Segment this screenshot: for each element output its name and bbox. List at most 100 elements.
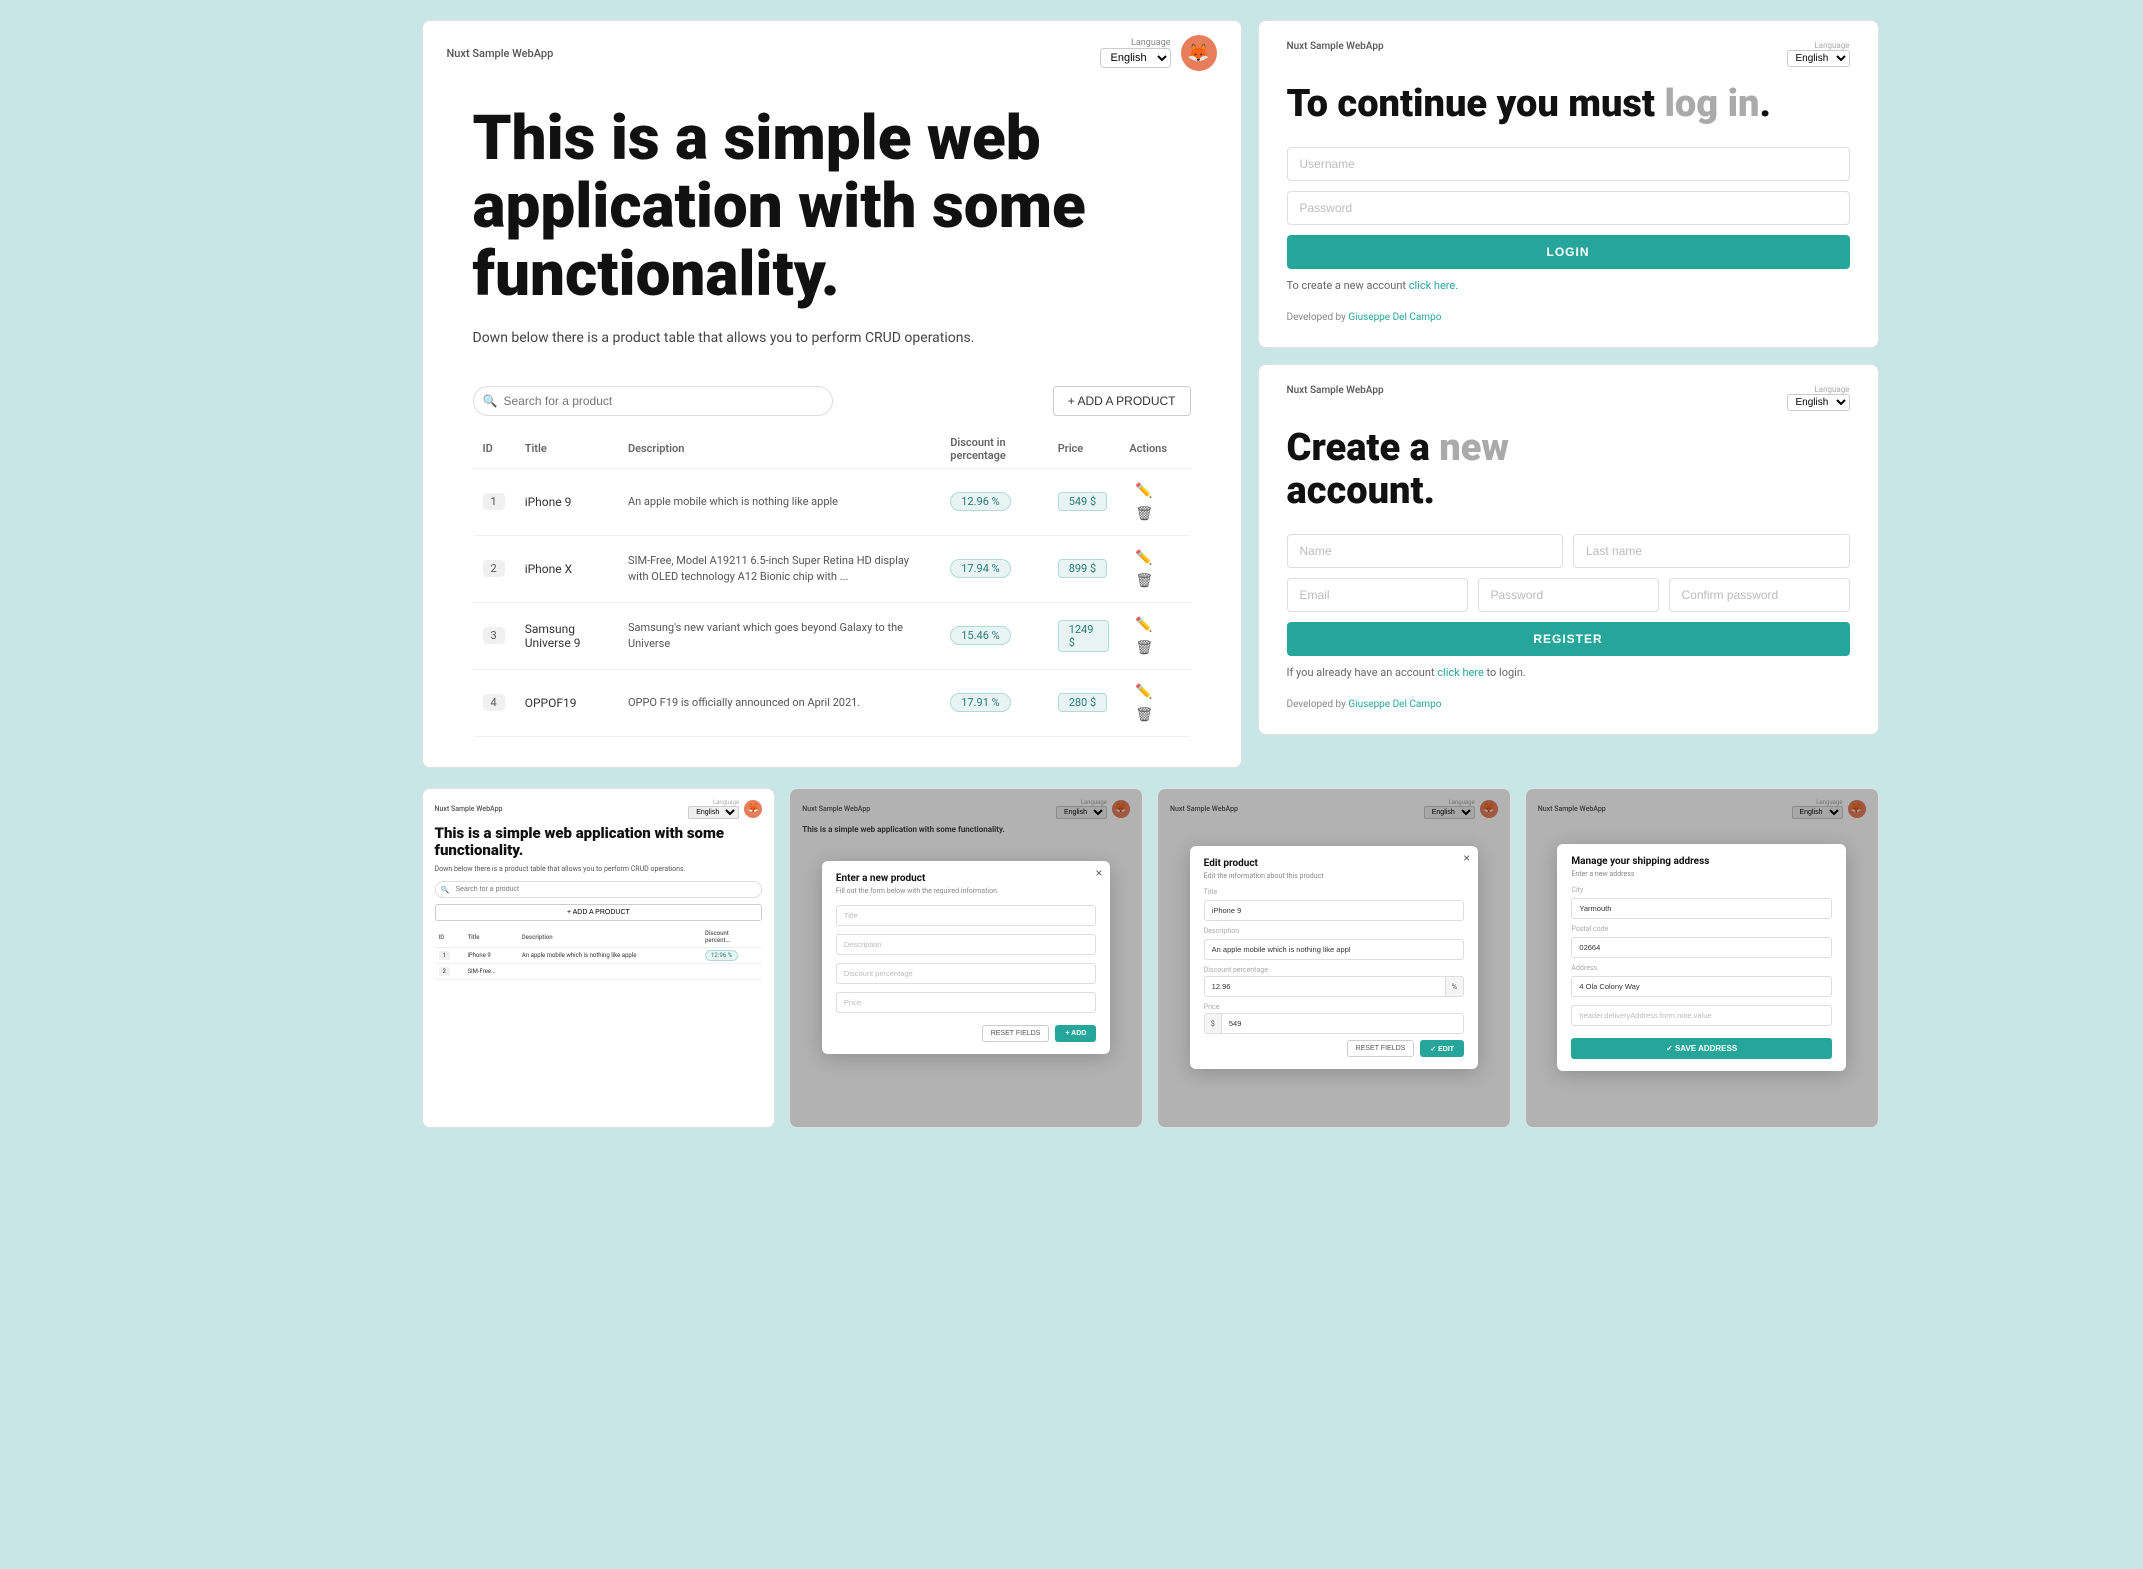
login-lang-select[interactable]: English xyxy=(1787,50,1850,67)
add-product-button[interactable]: + ADD A PRODUCT xyxy=(1053,386,1191,416)
row-discount: 15.46 % xyxy=(940,602,1047,669)
mini4-city-input[interactable] xyxy=(1571,898,1831,919)
row-actions: ✏️ 🗑 xyxy=(1119,602,1190,669)
register-title: Create a newaccount. xyxy=(1287,427,1850,514)
row-actions: ✏️ 🗑 xyxy=(1119,669,1190,736)
reg-password-input[interactable] xyxy=(1478,578,1659,612)
search-wrap: 🔍 xyxy=(473,386,833,416)
login-form: LOGIN To create a new account click here… xyxy=(1287,147,1850,292)
mini2-modal-title: Enter a new product xyxy=(836,873,1096,884)
mini2-price-input[interactable] xyxy=(836,992,1096,1013)
row-description: Samsung's new variant which goes beyond … xyxy=(618,602,940,669)
edit-row-button[interactable]: ✏️ xyxy=(1129,546,1158,569)
mini4-note-input[interactable] xyxy=(1571,1005,1831,1026)
mini3-discount-label: Discount percentage xyxy=(1204,966,1464,974)
mini4-save-btn[interactable]: ✓ SAVE ADDRESS xyxy=(1571,1038,1831,1059)
password-input[interactable] xyxy=(1287,191,1850,225)
mini1-col-discount: Discountpercent... xyxy=(701,927,762,948)
edit-row-button[interactable]: ✏️ xyxy=(1129,479,1158,502)
mini3-edit-btn[interactable]: ✓ EDIT xyxy=(1420,1040,1464,1057)
edit-row-button[interactable]: ✏️ xyxy=(1129,680,1158,703)
mini-panel-edit: Nuxt Sample WebApp Language English 🦊 xyxy=(1157,788,1511,1128)
mini1-search-input[interactable] xyxy=(435,881,763,898)
delete-row-button[interactable]: 🗑 xyxy=(1129,502,1159,525)
mini2-title-input[interactable] xyxy=(836,905,1096,926)
row-description: OPPO F19 is officially announced on Apri… xyxy=(618,669,940,736)
username-input[interactable] xyxy=(1287,147,1850,181)
register-lang-select[interactable]: English xyxy=(1787,394,1850,411)
mini3-title-input[interactable] xyxy=(1204,900,1464,921)
mini3-reset-btn[interactable]: RESET FIELDS xyxy=(1347,1040,1415,1057)
col-title: Title xyxy=(515,430,618,469)
row-discount: 17.94 % xyxy=(940,535,1047,602)
mini4-address-input[interactable] xyxy=(1571,976,1831,997)
register-panel: Nuxt Sample WebApp Language English Crea… xyxy=(1258,364,1879,735)
register-hint: If you already have an account click her… xyxy=(1287,666,1850,679)
login-button[interactable]: LOGIN xyxy=(1287,235,1850,269)
row-price: 899 $ xyxy=(1048,535,1120,602)
row-discount: 17.91 % xyxy=(940,669,1047,736)
name-input[interactable] xyxy=(1287,534,1564,568)
mini3-price-label: Price xyxy=(1204,1003,1464,1011)
mini2-add-btn[interactable]: + ADD xyxy=(1055,1025,1096,1042)
row-price: 1249 $ xyxy=(1048,602,1120,669)
row-title: Samsung Universe 9 xyxy=(515,602,618,669)
register-button[interactable]: REGISTER xyxy=(1287,622,1850,656)
mini4-postal-input[interactable] xyxy=(1571,937,1831,958)
mini1-avatar: 🦊 xyxy=(744,800,762,818)
mini1-lang-select[interactable]: English xyxy=(688,806,739,819)
table-row: 1 iPhone 9 An apple mobile which is noth… xyxy=(473,468,1191,535)
dev-link[interactable]: Giuseppe Del Campo xyxy=(1348,312,1441,323)
register-title-part1: Create a xyxy=(1287,426,1440,470)
register-dev-link[interactable]: Giuseppe Del Campo xyxy=(1348,699,1441,710)
product-section: 🔍 + ADD A PRODUCT ID Title Description D… xyxy=(423,386,1241,767)
mini1-add-btn[interactable]: + ADD A PRODUCT xyxy=(435,904,763,921)
register-title-part2: account xyxy=(1287,469,1424,513)
mini3-price-input[interactable] xyxy=(1222,1014,1463,1033)
search-input[interactable] xyxy=(473,386,833,416)
login-lang-selector: Language English xyxy=(1787,41,1850,67)
mini-panel-add: Nuxt Sample WebApp Language English 🦊 Th… xyxy=(789,788,1143,1128)
language-label: Language xyxy=(1131,38,1170,48)
row-description: SIM-Free, Model A19211 6.5-inch Super Re… xyxy=(618,535,940,602)
mini3-desc-input[interactable] xyxy=(1204,939,1464,960)
confirm-password-input[interactable] xyxy=(1669,578,1850,612)
create-account-link[interactable]: click here. xyxy=(1409,279,1458,292)
register-dev-credit: Developed by Giuseppe Del Campo xyxy=(1287,699,1850,710)
login-title: To continue you must log in. xyxy=(1287,83,1850,127)
table-controls: 🔍 + ADD A PRODUCT xyxy=(473,386,1191,416)
email-input[interactable] xyxy=(1287,578,1468,612)
mini3-price-prefix: $ xyxy=(1205,1014,1222,1033)
mini2-modal-overlay: × Enter a new product Fill out the form … xyxy=(790,789,1142,1127)
mini2-close-btn[interactable]: × xyxy=(1095,867,1102,879)
mini2-discount-input[interactable] xyxy=(836,963,1096,984)
row-price: 549 $ xyxy=(1048,468,1120,535)
row-description: An apple mobile which is nothing like ap… xyxy=(618,468,940,535)
mini3-discount-input[interactable] xyxy=(1205,977,1445,996)
delete-row-button[interactable]: 🗑 xyxy=(1129,636,1159,659)
mini4-modal-overlay: Manage your shipping address Enter a new… xyxy=(1526,789,1878,1127)
mini-panel-main: Nuxt Sample WebApp Language English 🦊 Th… xyxy=(422,788,776,1128)
language-select[interactable]: English xyxy=(1100,48,1171,68)
delete-row-button[interactable]: 🗑 xyxy=(1129,703,1159,726)
table-row: 3 Samsung Universe 9 Samsung's new varia… xyxy=(473,602,1191,669)
login-title-highlight: log in xyxy=(1664,82,1759,126)
login-logo: Nuxt Sample WebApp xyxy=(1287,41,1384,52)
right-panels: Nuxt Sample WebApp Language English To c… xyxy=(1258,20,1879,768)
delete-row-button[interactable]: 🗑 xyxy=(1129,569,1159,592)
mini4-modal-title: Manage your shipping address xyxy=(1571,856,1831,867)
row-id: 4 xyxy=(483,694,505,711)
lastname-input[interactable] xyxy=(1573,534,1850,568)
mini1-col-desc: Description xyxy=(518,927,701,948)
register-logo: Nuxt Sample WebApp xyxy=(1287,385,1384,396)
mini2-reset-btn[interactable]: RESET FIELDS xyxy=(982,1025,1050,1042)
mini3-close-btn[interactable]: × xyxy=(1463,852,1470,864)
row-actions: ✏️ 🗑 xyxy=(1119,535,1190,602)
edit-row-button[interactable]: ✏️ xyxy=(1129,613,1158,636)
login-link[interactable]: click here xyxy=(1437,666,1484,679)
mini2-description-input[interactable] xyxy=(836,934,1096,955)
mini3-desc-label: Description xyxy=(1204,927,1464,935)
register-lang-selector: Language English xyxy=(1787,385,1850,411)
register-panel-header: Nuxt Sample WebApp Language English xyxy=(1287,385,1850,411)
hero-title: This is a simple web application with so… xyxy=(473,105,1191,310)
